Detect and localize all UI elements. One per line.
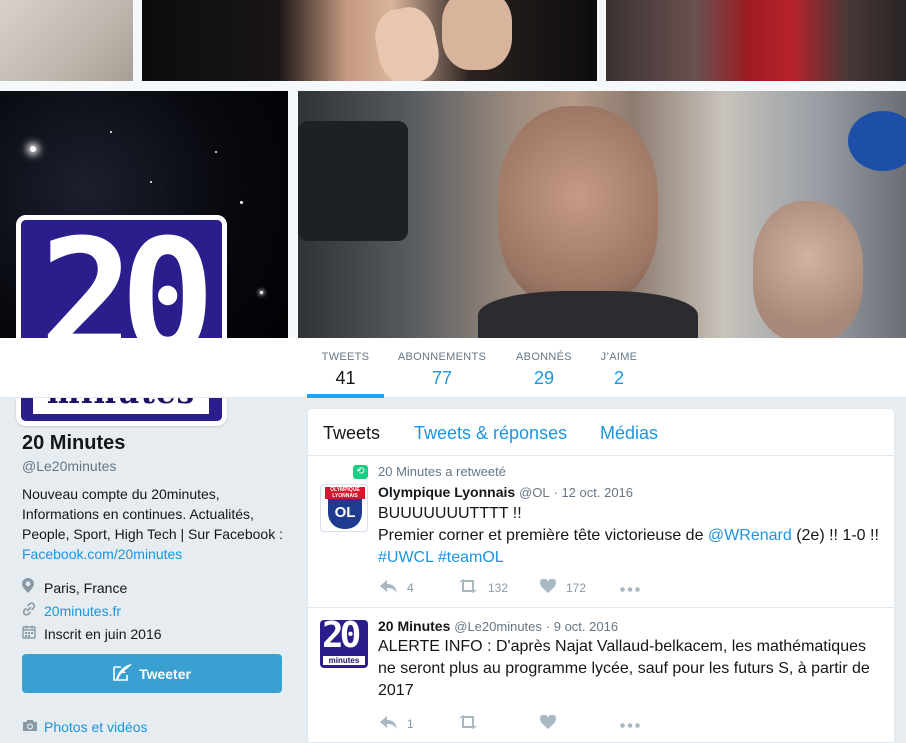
heart-icon bbox=[539, 578, 557, 596]
stat-label: ABONNÉS bbox=[516, 351, 572, 363]
retweet-button[interactable] bbox=[458, 715, 540, 732]
joined-text: Inscrit en juin 2016 bbox=[44, 625, 162, 642]
reply-icon bbox=[380, 579, 397, 596]
stat-value: 29 bbox=[533, 368, 555, 388]
tweet-text: ALERTE INFO : D'après Najat Vallaud-belk… bbox=[378, 638, 870, 699]
hashtag-links[interactable]: #UWCL #teamOL bbox=[378, 547, 888, 569]
tweet-author[interactable]: Olympique Lyonnais bbox=[378, 484, 515, 500]
photos-videos-link[interactable]: Photos et vidéos bbox=[22, 719, 148, 735]
more-button[interactable] bbox=[620, 717, 640, 731]
tweet-avatar[interactable]: OLYMPIQUE LYONNAIS OL bbox=[320, 484, 368, 532]
tweet-separator: · bbox=[545, 619, 554, 634]
header-photo-2 bbox=[142, 0, 597, 81]
header-photo-1 bbox=[0, 0, 133, 81]
profile-handle[interactable]: @Le20minutes bbox=[22, 458, 284, 474]
stat-likes[interactable]: J’AIME 2 bbox=[598, 338, 640, 398]
tweet-header: Olympique Lyonnais @OL · 12 oct. 2016 bbox=[378, 484, 633, 500]
tweet-handle[interactable]: @OL bbox=[519, 485, 550, 500]
location-text: Paris, France bbox=[44, 579, 128, 596]
logo-word: minutes bbox=[323, 656, 365, 665]
more-button[interactable] bbox=[620, 581, 640, 595]
like-button[interactable] bbox=[539, 714, 620, 732]
tweet-button-label: Tweeter bbox=[139, 665, 191, 682]
more-icon bbox=[620, 717, 640, 731]
tweet-text-part: Premier corner et première tête victorie… bbox=[378, 527, 708, 544]
stat-label: TWEETS bbox=[321, 351, 370, 363]
retweet-count: 132 bbox=[488, 580, 509, 595]
tab-tweets-replies[interactable]: Tweets & réponses bbox=[414, 423, 567, 444]
reply-count: 1 bbox=[407, 716, 414, 731]
timeline-tabs: Tweets Tweets & réponses Médias bbox=[308, 409, 894, 456]
stat-followers[interactable]: ABONNÉS 29 bbox=[512, 338, 576, 398]
profile-card: 20 Minutes @Le20minutes Nouveau compte d… bbox=[22, 432, 284, 645]
location-row: Paris, France bbox=[22, 576, 284, 599]
header-photo-5 bbox=[298, 91, 906, 338]
bio-text: Nouveau compte du 20minutes, Information… bbox=[22, 486, 283, 542]
retweet-icon bbox=[458, 579, 478, 596]
tab-tweets[interactable]: Tweets bbox=[323, 423, 380, 444]
like-button[interactable]: 172 bbox=[539, 578, 620, 596]
ol-logo-text: OLYMPIQUE LYONNAIS bbox=[325, 487, 365, 499]
tweet-line: BUUUUUUUTTTT !! bbox=[378, 505, 522, 522]
website-link[interactable]: 20minutes.fr bbox=[44, 603, 121, 619]
tweet-author[interactable]: 20 Minutes bbox=[378, 618, 450, 634]
retweet-badge-icon: ⟲ bbox=[353, 465, 368, 479]
stat-label: ABONNEMENTS bbox=[397, 351, 487, 363]
tweet-date[interactable]: 12 oct. 2016 bbox=[561, 485, 633, 500]
reply-icon bbox=[380, 715, 397, 732]
tweet-actions: 4 132 172 bbox=[380, 578, 640, 596]
retweet-button[interactable]: 132 bbox=[458, 579, 540, 596]
stat-label: J’AIME bbox=[600, 351, 638, 363]
link-icon bbox=[22, 601, 44, 620]
timeline: Tweets Tweets & réponses Médias ⟲ 20 Min… bbox=[307, 408, 895, 743]
mention-link[interactable]: @WRenard bbox=[708, 527, 792, 544]
tweet-text: BUUUUUUUTTTT !! Premier corner et premiè… bbox=[378, 503, 888, 569]
tweet-handle[interactable]: @Le20minutes bbox=[454, 619, 542, 634]
tweet[interactable]: 20 minutes 20 Minutes @Le20minutes · 9 o… bbox=[308, 608, 894, 742]
retweet-context[interactable]: 20 Minutes a retweeté bbox=[378, 464, 506, 479]
stat-value: 41 bbox=[335, 368, 356, 388]
stat-tweets[interactable]: TWEETS 41 bbox=[307, 338, 384, 398]
stat-value: 77 bbox=[431, 368, 453, 388]
tweet-date[interactable]: 9 oct. 2016 bbox=[554, 619, 618, 634]
bio-link[interactable]: Facebook.com/20minutes bbox=[22, 546, 182, 562]
tweet-avatar[interactable]: 20 minutes bbox=[320, 620, 368, 668]
calendar-icon bbox=[22, 625, 44, 643]
profile-name[interactable]: 20 Minutes bbox=[22, 432, 284, 455]
profile-bio: Nouveau compte du 20minutes, Information… bbox=[22, 484, 284, 564]
tweet-actions: 1 bbox=[380, 714, 640, 732]
photos-videos-label: Photos et vidéos bbox=[44, 719, 148, 735]
retweet-icon bbox=[458, 715, 478, 732]
profile-nav: TWEETS 41 ABONNEMENTS 77 ABONNÉS 29 J’AI… bbox=[0, 338, 906, 398]
like-count: 172 bbox=[566, 580, 587, 595]
joined-row: Inscrit en juin 2016 bbox=[22, 622, 284, 645]
stat-following[interactable]: ABONNEMENTS 77 bbox=[396, 338, 488, 398]
tweet-text-part: (2e) !! 1-0 !! bbox=[791, 527, 879, 544]
stat-value: 2 bbox=[613, 368, 624, 388]
more-icon bbox=[620, 581, 640, 595]
reply-count: 4 bbox=[407, 580, 414, 595]
reply-button[interactable]: 1 bbox=[380, 715, 458, 732]
camera-icon bbox=[22, 719, 38, 735]
reply-button[interactable]: 4 bbox=[380, 579, 458, 596]
tweet-line: Premier corner et première tête victorie… bbox=[378, 525, 888, 547]
profile-meta: Paris, France 20minutes.fr Inscrit en ju… bbox=[22, 576, 284, 645]
ol-logo-mark: OL bbox=[328, 499, 362, 529]
tweet-button[interactable]: Tweeter bbox=[22, 654, 282, 693]
tab-media[interactable]: Médias bbox=[600, 423, 658, 444]
tweet[interactable]: ⟲ 20 Minutes a retweeté OLYMPIQUE LYONNA… bbox=[308, 456, 894, 608]
location-icon bbox=[22, 578, 44, 597]
header-photo-3 bbox=[606, 0, 906, 81]
heart-icon bbox=[539, 714, 557, 732]
tweet-header: 20 Minutes @Le20minutes · 9 oct. 2016 bbox=[378, 618, 618, 634]
quill-icon bbox=[113, 663, 133, 684]
logo-number: 20 bbox=[322, 620, 361, 656]
website-row: 20minutes.fr bbox=[22, 599, 284, 622]
